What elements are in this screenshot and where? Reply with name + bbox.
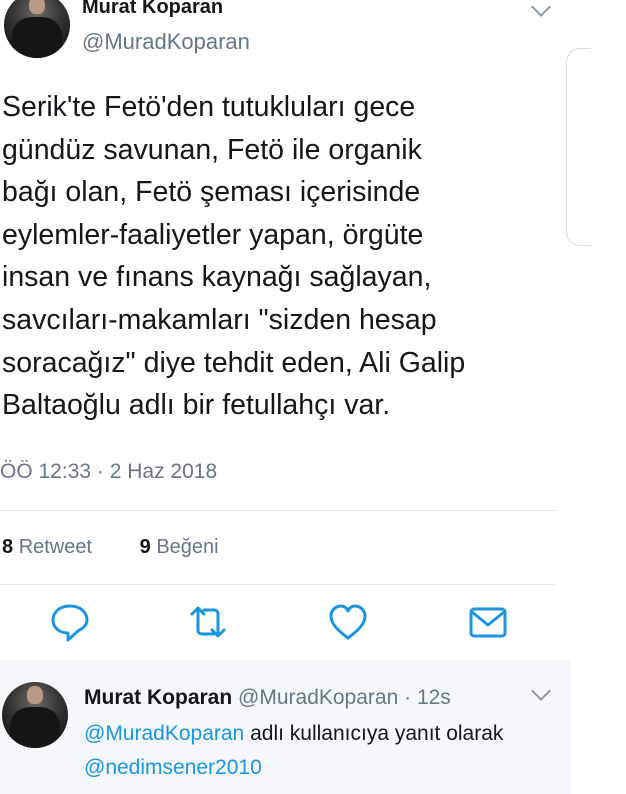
- reply-author-handle[interactable]: @MuradKoparan: [238, 686, 398, 709]
- tweet-timestamp[interactable]: ÖÖ 12:33 · 2 Haz 2018: [0, 460, 217, 484]
- reply-context: @MuradKoparan adlı kullanıcıya yanıt ola…: [84, 722, 503, 746]
- message-button[interactable]: [466, 600, 510, 644]
- scroll-handle[interactable]: [566, 48, 591, 246]
- like-label: Beğeni: [156, 536, 219, 558]
- reply-age: · 12s: [404, 686, 451, 709]
- message-icon: [469, 607, 507, 638]
- retweet-button[interactable]: [186, 600, 230, 644]
- reply-to-text: adlı kullanıcıya yanıt olarak: [250, 722, 504, 745]
- author-avatar[interactable]: [4, 0, 70, 58]
- like-stat[interactable]: 9 Beğeni: [140, 536, 219, 558]
- retweet-stat[interactable]: 8 Retweet: [2, 536, 92, 558]
- reply-button[interactable]: [48, 600, 92, 644]
- author-handle[interactable]: @MuradKoparan: [82, 29, 250, 55]
- like-button[interactable]: [326, 600, 370, 644]
- author-name[interactable]: Murat Koparan: [82, 0, 223, 19]
- like-icon: [329, 604, 367, 640]
- reply-author-avatar[interactable]: [2, 682, 68, 748]
- retweet-label: Retweet: [18, 536, 93, 558]
- like-count: 9: [139, 536, 151, 558]
- reply-icon: [51, 604, 89, 642]
- mention-link[interactable]: @nedimsener2010: [84, 756, 262, 779]
- reply-header: Murat Koparan @MuradKoparan · 12s: [84, 686, 451, 710]
- divider: [0, 510, 556, 511]
- retweet-count: 8: [2, 536, 14, 558]
- reply-mention: @nedimsener2010: [84, 756, 262, 780]
- chevron-down-icon[interactable]: [531, 0, 551, 17]
- divider: [0, 584, 556, 585]
- reply-to-link[interactable]: @MuradKoparan: [84, 722, 244, 745]
- tweet-stats: 8 Retweet 9 Beğeni: [2, 536, 219, 559]
- tweet-text: Serik'te Fetö'den tutukluları gece gündü…: [2, 91, 466, 422]
- retweet-icon: [190, 606, 226, 638]
- reply-author-name[interactable]: Murat Koparan: [84, 686, 232, 709]
